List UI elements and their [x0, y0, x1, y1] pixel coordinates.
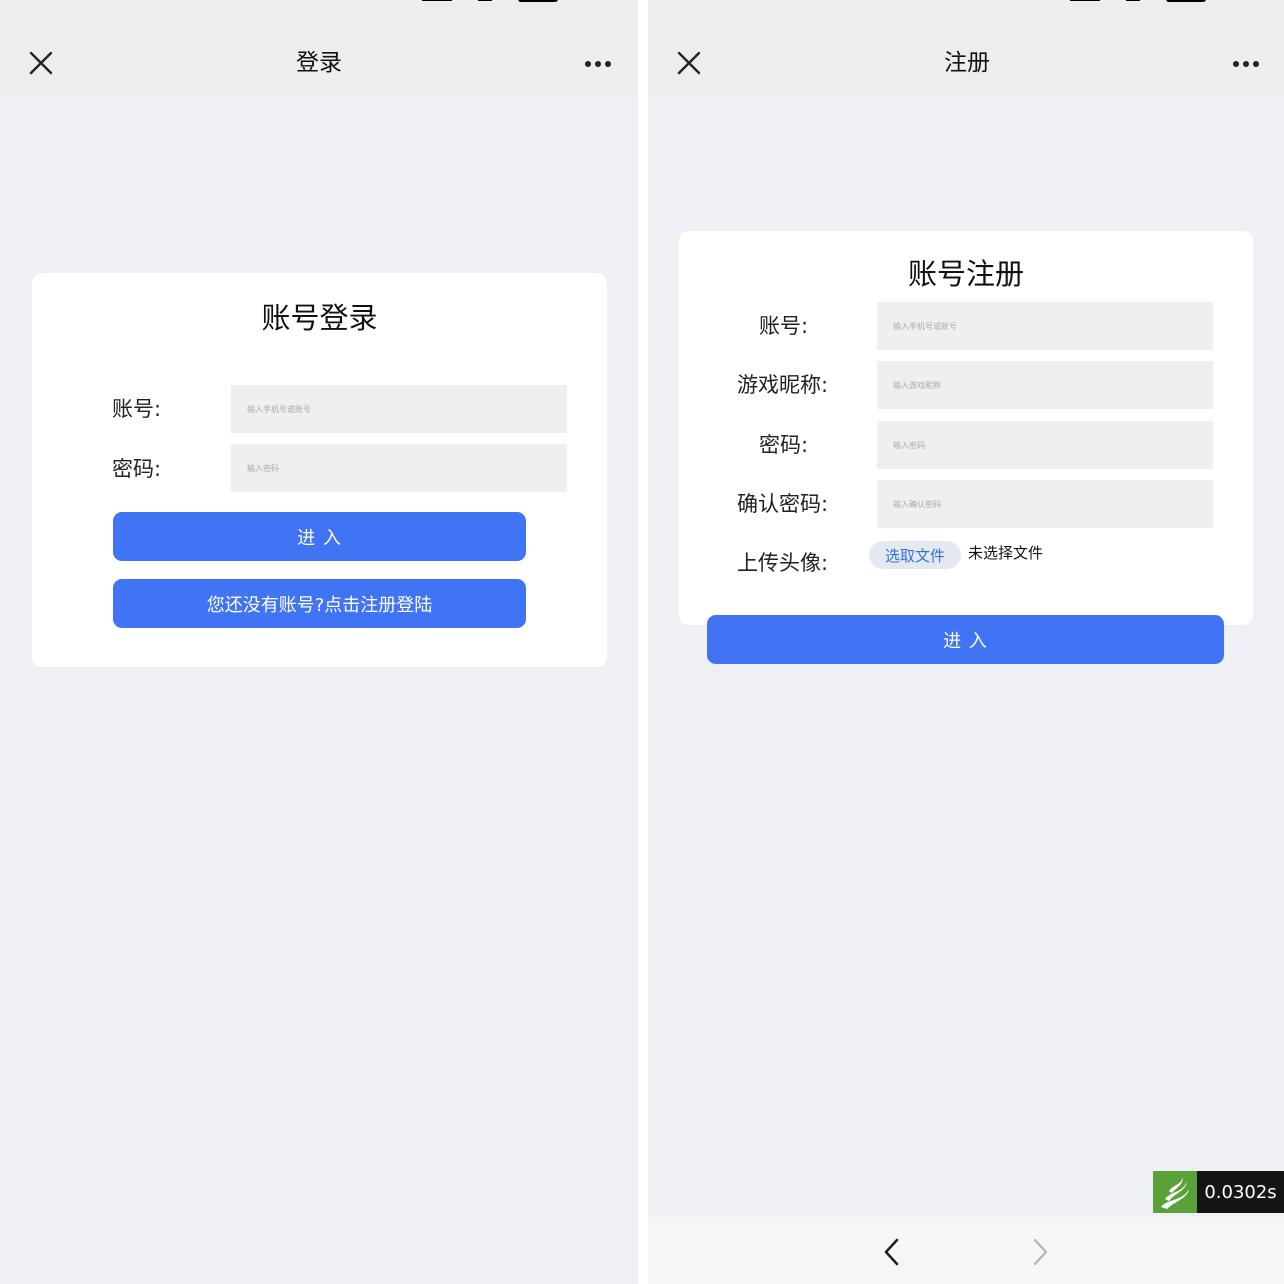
timer-badge: 0.0302s — [1153, 1171, 1284, 1213]
login-screen: 登录 账号登录 账号: 密码: 进 入 您还没有账号?点击注册登陆 — [0, 0, 638, 1284]
account-label: 账号: — [112, 397, 162, 421]
timer-value: 0.0302s — [1204, 1181, 1277, 1203]
confirm-password-label: 确认密码: — [737, 492, 829, 516]
account-input[interactable] — [231, 385, 567, 433]
nav-title: 注册 — [944, 50, 990, 76]
choose-file-button[interactable]: 选取文件 — [869, 541, 961, 569]
enter-button[interactable]: 进 入 — [707, 615, 1224, 664]
status-bar — [648, 0, 1284, 6]
avatar-label: 上传头像: — [737, 551, 829, 575]
navbar: 登录 — [0, 0, 638, 96]
nickname-label: 游戏昵称: — [737, 373, 829, 397]
bottom-nav-bar — [648, 1217, 1284, 1284]
battery-icon — [1166, 0, 1206, 2]
register-card: 账号注册 账号: 游戏昵称: 密码: 确认密码: 上传头像: 选取文件 未选择文… — [679, 231, 1253, 625]
chevron-right-icon[interactable] — [1028, 1237, 1052, 1267]
signal-icon — [1070, 0, 1100, 1]
signal-icon — [422, 0, 452, 1]
more-icon[interactable] — [1232, 60, 1260, 68]
wifi-icon — [1126, 0, 1140, 1]
register-screen: 注册 账号注册 账号: 游戏昵称: 密码: 确认密码: 上传头像: 选取文件 未… — [648, 0, 1284, 1284]
account-label: 账号: — [759, 314, 809, 338]
status-icons — [422, 0, 558, 2]
more-icon[interactable] — [584, 60, 612, 68]
wifi-icon — [478, 0, 492, 1]
card-title: 账号注册 — [907, 257, 1024, 291]
enter-button[interactable]: 进 入 — [113, 512, 526, 561]
login-card: 账号登录 账号: 密码: 进 入 您还没有账号?点击注册登陆 — [32, 273, 607, 667]
card-title: 账号登录 — [261, 301, 378, 335]
status-icons — [1070, 0, 1206, 2]
register-link-button[interactable]: 您还没有账号?点击注册登陆 — [113, 579, 526, 628]
account-input[interactable] — [877, 302, 1213, 350]
battery-icon — [518, 0, 558, 2]
file-status: 未选择文件 — [968, 544, 1044, 562]
password-input[interactable] — [877, 421, 1213, 469]
navbar: 注册 — [648, 0, 1284, 96]
chevron-left-icon[interactable] — [880, 1237, 904, 1267]
nav-title: 登录 — [296, 50, 342, 76]
nickname-input[interactable] — [877, 361, 1213, 409]
confirm-password-input[interactable] — [877, 480, 1213, 528]
flame-logo-icon — [1153, 1171, 1197, 1213]
password-input[interactable] — [231, 444, 567, 492]
password-label: 密码: — [112, 457, 162, 481]
password-label: 密码: — [759, 433, 809, 457]
status-bar — [0, 0, 638, 6]
